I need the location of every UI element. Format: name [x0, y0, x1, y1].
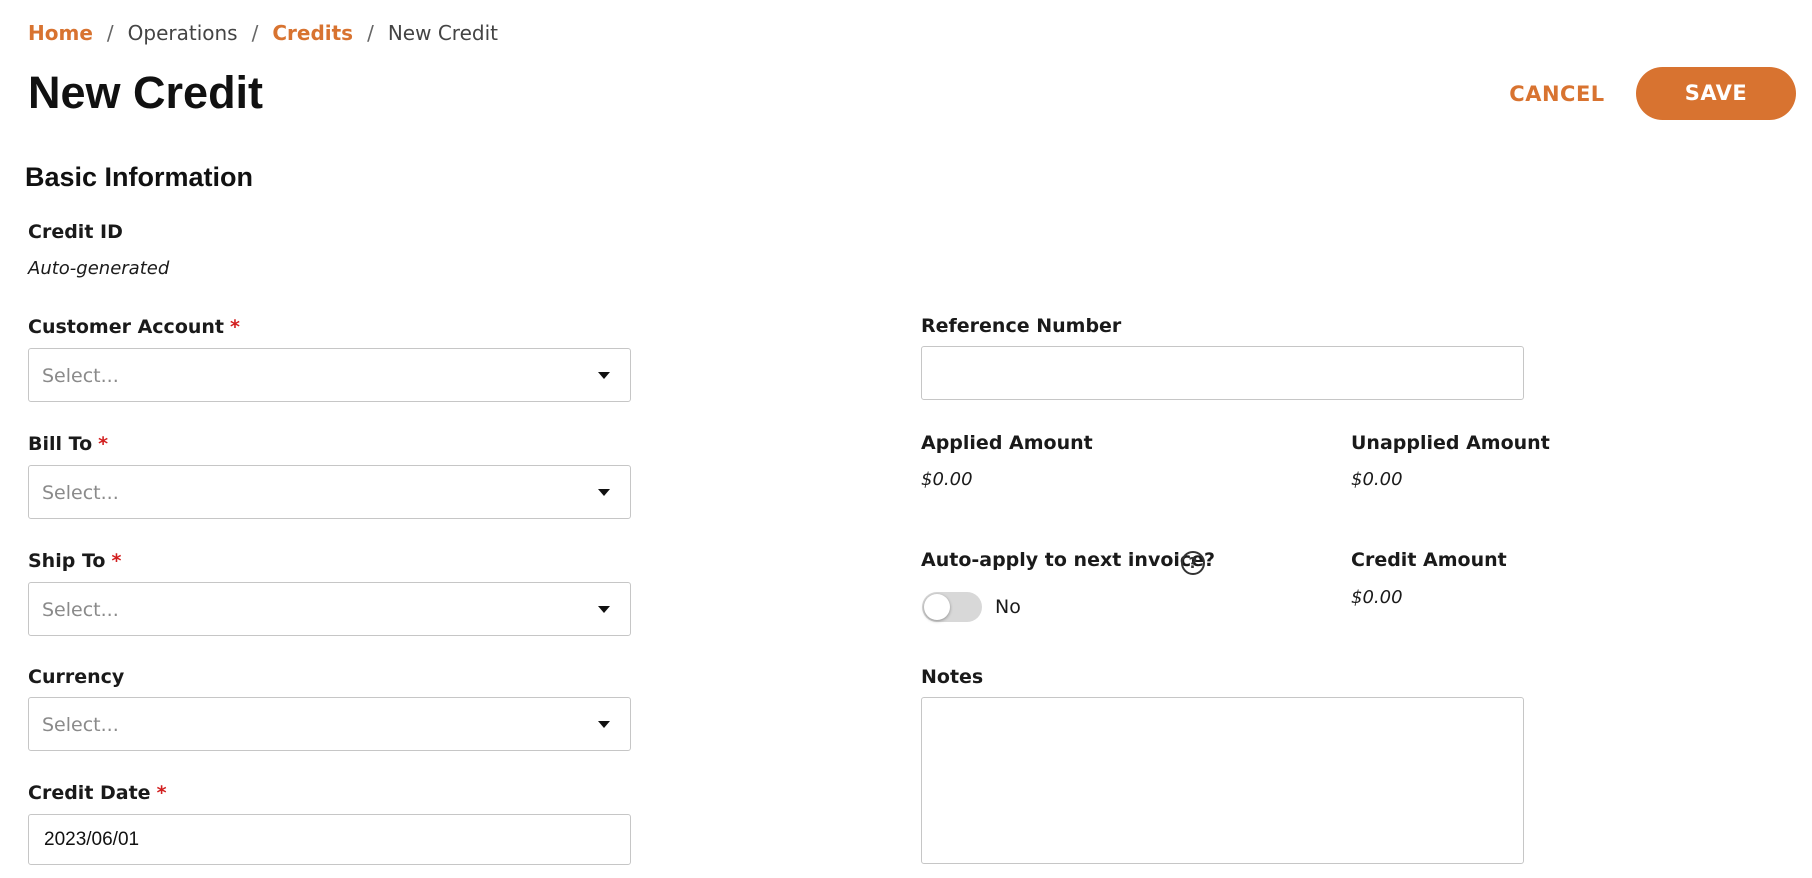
- credit-date-label: Credit Date *: [28, 781, 167, 805]
- breadcrumb-operations: Operations: [127, 21, 238, 45]
- bill-to-label-text: Bill To: [28, 433, 93, 455]
- required-marker: *: [230, 316, 240, 338]
- page-title: New Credit: [28, 67, 264, 118]
- help-icon[interactable]: ?: [1181, 551, 1205, 575]
- unapplied-amount-value: $0.00: [1351, 469, 1403, 490]
- reference-number-label: Reference Number: [921, 315, 1122, 337]
- required-marker: *: [156, 782, 167, 804]
- bill-to-label: Bill To *: [28, 432, 108, 456]
- ship-to-select[interactable]: Select...: [28, 582, 631, 636]
- currency-placeholder: Select...: [42, 714, 119, 736]
- toggle-knob: [924, 594, 950, 620]
- auto-apply-toggle[interactable]: [922, 592, 982, 622]
- breadcrumb-home-link[interactable]: Home: [28, 21, 93, 45]
- customer-account-placeholder: Select...: [42, 365, 119, 387]
- breadcrumb-separator: /: [106, 21, 114, 45]
- customer-account-label: Customer Account *: [28, 315, 240, 339]
- breadcrumb-credits-link[interactable]: Credits: [272, 21, 353, 45]
- required-marker: *: [111, 550, 122, 572]
- save-button[interactable]: SAVE: [1636, 67, 1796, 120]
- bill-to-select[interactable]: Select...: [28, 465, 631, 519]
- section-title: Basic Information: [25, 162, 254, 192]
- breadcrumb-current: New Credit: [387, 21, 498, 45]
- unapplied-amount-label: Unapplied Amount: [1351, 432, 1550, 454]
- ship-to-label: Ship To *: [28, 549, 121, 573]
- ship-to-placeholder: Select...: [42, 599, 119, 621]
- customer-account-label-text: Customer Account: [28, 316, 225, 338]
- auto-apply-state: No: [995, 596, 1021, 618]
- cancel-button[interactable]: CANCEL: [1492, 72, 1622, 116]
- breadcrumb-separator: /: [251, 21, 259, 45]
- breadcrumb-separator: /: [367, 21, 374, 45]
- credit-date-label-text: Credit Date: [28, 782, 151, 804]
- applied-amount-label: Applied Amount: [921, 432, 1093, 454]
- breadcrumb: Home / Operations / Credits / New Credit: [28, 20, 498, 46]
- notes-label: Notes: [921, 666, 984, 688]
- notes-textarea[interactable]: [921, 697, 1524, 864]
- credit-amount-label: Credit Amount: [1351, 549, 1507, 571]
- chevron-down-icon: [598, 489, 610, 496]
- chevron-down-icon: [598, 606, 610, 613]
- reference-number-input[interactable]: [921, 346, 1524, 400]
- chevron-down-icon: [598, 721, 610, 728]
- credit-id-label: Credit ID: [28, 221, 123, 243]
- bill-to-placeholder: Select...: [42, 482, 119, 504]
- ship-to-label-text: Ship To: [28, 550, 106, 572]
- credit-amount-value: $0.00: [1351, 587, 1403, 608]
- currency-label: Currency: [28, 666, 125, 688]
- required-marker: *: [98, 433, 109, 455]
- customer-account-select[interactable]: Select...: [28, 348, 631, 402]
- currency-select[interactable]: Select...: [28, 697, 631, 751]
- credit-id-value: Auto-generated: [28, 258, 170, 279]
- applied-amount-value: $0.00: [921, 469, 973, 490]
- credit-date-input[interactable]: [28, 814, 631, 865]
- auto-apply-label: Auto-apply to next invoice?: [921, 549, 1216, 571]
- chevron-down-icon: [598, 372, 610, 379]
